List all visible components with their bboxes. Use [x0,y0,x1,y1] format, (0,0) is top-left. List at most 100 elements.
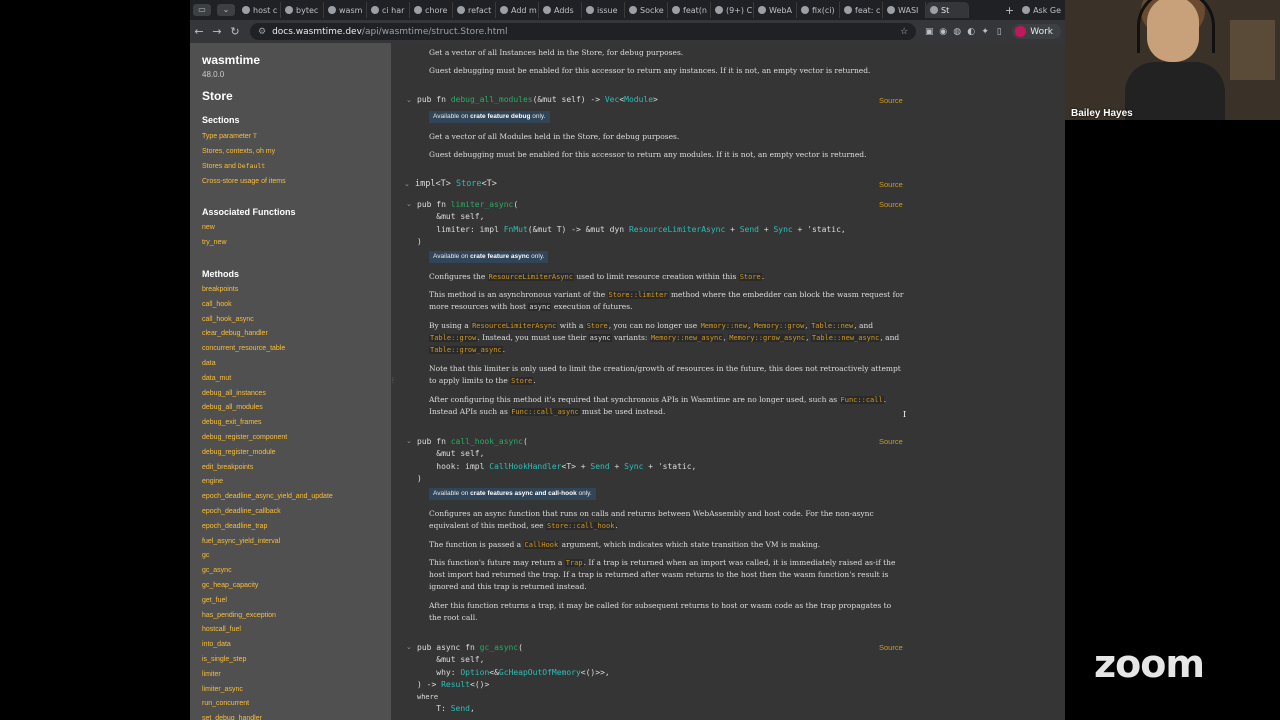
sidebar-method-link[interactable]: is_single_step [202,656,246,663]
sidebar-method-link[interactable]: engine [202,478,223,485]
browser-tab[interactable]: WebA [754,2,797,18]
source-link[interactable]: Source [879,437,903,446]
extension-3-icon[interactable]: ◍ [950,27,964,37]
browser-tab[interactable]: fix(ci) [797,2,840,18]
ask-gemini-button[interactable]: Ask Ge [1018,2,1065,18]
sidebar-method-link[interactable]: debug_register_module [202,449,276,456]
sidebar-section-link[interactable]: Type parameter T [202,132,257,140]
source-link[interactable]: Source [879,200,903,209]
collapse-toggle[interactable]: ⌄ [406,437,412,445]
browser-tab[interactable]: Socke [625,2,668,18]
tab-list-button[interactable]: ⌄ [217,4,235,16]
sidebar-method-link[interactable]: epoch_deadline_trap [202,523,267,530]
sidebar-method-link[interactable]: debug_all_instances [202,390,266,397]
struct-name[interactable]: Store [202,89,233,103]
call-hook-async-signature: pub fn call_hook_async( &mut self, hook:… [417,437,697,483]
assoc-heading[interactable]: Associated Functions [202,207,296,217]
browser-tab[interactable]: feat: c [840,2,883,18]
collapse-toggle[interactable]: ⌄ [404,180,410,188]
sidebar-method-link[interactable]: call_hook_async [202,316,254,323]
sidebar-method-link[interactable]: into_data [202,641,231,648]
limiter-async-fn-name[interactable]: limiter_async [451,200,514,209]
sidebar-method-link[interactable]: fuel_async_yield_interval [202,538,280,545]
sidebar-method-link[interactable]: limiter_async [202,686,243,693]
new-tab-button[interactable]: + [1001,2,1018,18]
sidepanel-icon[interactable]: ▯ [992,27,1006,37]
sidebar-method-link[interactable]: call_hook [202,301,232,308]
modules-fn-name[interactable]: debug_all_modules [451,95,533,104]
browser-tab[interactable]: (9+) C [711,2,754,18]
forward-icon[interactable]: → [208,25,226,38]
collapse-toggle[interactable]: ⌄ [406,643,412,651]
callhook-p2: The function is passed a CallHook argume… [429,540,821,549]
profile-button[interactable]: Work [1012,24,1061,39]
wall-frame-shape [1230,20,1275,80]
sidebar-method-link[interactable]: epoch_deadline_async_yield_and_update [202,493,333,500]
browser-toolbar: ← → ↻ ⚙ docs.wasmtime.dev/api/wasmtime/s… [190,20,1065,43]
tab-title: (9+) C [726,5,753,15]
methods-heading[interactable]: Methods [202,269,239,279]
browser-tab[interactable]: refact [453,2,496,18]
sidebar-method-link[interactable]: gc_async [202,567,232,574]
sidebar-method-link[interactable]: gc_heap_capacity [202,582,258,589]
tab-favicon-icon [242,6,250,14]
tab-favicon-icon [801,6,809,14]
extension-4-icon[interactable]: ◐ [964,27,978,37]
call-hook-async-fn-name[interactable]: call_hook_async [451,437,523,446]
sidebar-method-link[interactable]: run_concurrent [202,700,249,707]
browser-tab[interactable]: chore [410,2,453,18]
sidebar-method-link[interactable]: epoch_deadline_callback [202,508,281,515]
tab-search-button[interactable]: ▭ [193,4,211,16]
sidebar-method-link[interactable]: clear_debug_handler [202,330,268,337]
sidebar-assoc-fn-link[interactable]: try_new [202,239,227,246]
browser-tab[interactable]: ci har [367,2,410,18]
browser-tab[interactable]: St [926,2,969,18]
browser-tab[interactable]: wasm [324,2,367,18]
sidebar-method-link[interactable]: concurrent_resource_table [202,345,285,352]
collapse-toggle[interactable]: ⌄ [406,200,412,208]
sidebar-section-link[interactable]: Stores, contexts, oh my [202,147,275,155]
source-link[interactable]: Source [879,96,903,105]
tab-favicon-icon [887,6,895,14]
gc-async-fn-name[interactable]: gc_async [480,643,519,652]
browser-tab[interactable]: Adds [539,2,582,18]
sidebar-method-link[interactable]: debug_exit_frames [202,419,262,426]
sections-heading[interactable]: Sections [202,115,240,125]
source-link[interactable]: Source [879,180,903,189]
sidebar-method-link[interactable]: edit_breakpoints [202,464,253,471]
sidebar-method-link[interactable]: data_mut [202,375,231,382]
crate-name[interactable]: wasmtime [202,53,260,67]
browser-tab[interactable]: feat(n [668,2,711,18]
site-info-icon[interactable]: ⚙ [258,27,266,37]
source-link[interactable]: Source [879,643,903,652]
sidebar-method-link[interactable]: breakpoints [202,286,238,293]
reload-icon[interactable]: ↻ [226,25,244,38]
extensions-puzzle-icon[interactable]: ✦ [978,27,992,37]
sidebar-method-link[interactable]: gc [202,552,209,559]
sidebar-method-link[interactable]: debug_register_component [202,434,287,441]
sidebar-section-link[interactable]: Stores and Default [202,162,265,170]
sidebar-method-link[interactable]: limiter [202,671,221,678]
sidebar-section-link[interactable]: Cross-store usage of items [202,177,286,185]
sidebar-assoc-fn-link[interactable]: new [202,224,215,231]
browser-tab[interactable]: issue [582,2,625,18]
participant-name: Bailey Hayes [1071,108,1133,119]
extension-2-icon[interactable]: ◉ [936,27,950,37]
bookmark-icon[interactable]: ☆ [900,27,908,37]
sidebar-method-link[interactable]: set_debug_handler [202,715,262,720]
address-bar[interactable]: ⚙ docs.wasmtime.dev/api/wasmtime/struct.… [250,23,917,40]
sidebar-method-link[interactable]: debug_all_modules [202,404,263,411]
callhook-p3: This function's future may return a Trap… [429,558,896,591]
limiter-p2: This method is an asynchronous variant o… [429,290,904,311]
browser-tab[interactable]: Add m [496,2,539,18]
sidebar-method-link[interactable]: has_pending_exception [202,612,276,619]
sidebar-method-link[interactable]: data [202,360,216,367]
collapse-toggle[interactable]: ⌄ [406,96,412,104]
back-icon[interactable]: ← [190,25,208,38]
sidebar-method-link[interactable]: hostcall_fuel [202,626,241,633]
sidebar-method-link[interactable]: get_fuel [202,597,227,604]
browser-tab[interactable]: WASI [883,2,926,18]
browser-tab[interactable]: host c [238,2,281,18]
browser-tab[interactable]: bytec [281,2,324,18]
extension-icon[interactable]: ▣ [922,27,936,37]
